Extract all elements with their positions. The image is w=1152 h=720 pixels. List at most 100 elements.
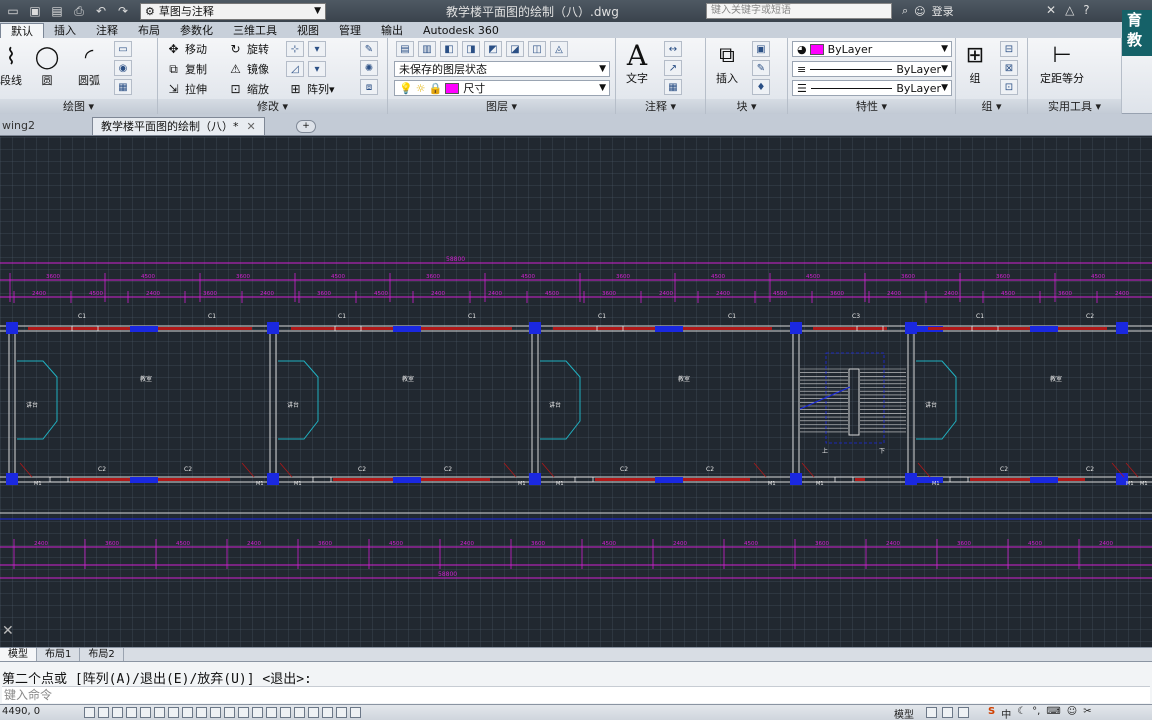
quick-properties-icon[interactable] <box>252 707 263 718</box>
layer-iso-icon[interactable]: ◧ <box>440 41 458 57</box>
3dosnap-icon[interactable] <box>168 707 179 718</box>
tab-parametric[interactable]: 参数化 <box>170 23 223 38</box>
tab-annotate[interactable]: 注释 <box>86 23 128 38</box>
ungroup-icon[interactable]: ⊟ <box>1000 41 1018 57</box>
search-input[interactable]: 键入关键字或短语 <box>706 3 892 19</box>
layer-lock-icon[interactable]: ◪ <box>506 41 524 57</box>
login-area[interactable]: ⌕ ☺ 登录 <box>902 3 954 19</box>
polyline-button[interactable]: ⌇ 段线 <box>0 42 28 88</box>
help-icon[interactable]: ? <box>1083 3 1089 17</box>
array-button[interactable]: ⊞ 阵列 ▾ <box>288 81 334 97</box>
group-button[interactable]: ⊞ 组 <box>958 40 992 86</box>
lineweight-toggle-icon[interactable] <box>224 707 235 718</box>
otrack-icon[interactable] <box>182 707 193 718</box>
layer-state-icon[interactable]: ▥ <box>418 41 436 57</box>
utilities-panel-title[interactable]: 实用工具 ▾ <box>1028 99 1121 114</box>
linetype-dropdown[interactable]: ≡ ByLayer ▼ <box>792 61 952 77</box>
quick-view-layouts-icon[interactable] <box>926 707 937 718</box>
hatch-icon[interactable]: ▦ <box>114 79 132 95</box>
drawing-canvas[interactable]: 58800 3600 4500 3600 4500 3600 4500 3600 4500 450… <box>0 137 1152 647</box>
infer-constraints-icon[interactable] <box>84 707 95 718</box>
units-icon[interactable] <box>308 707 319 718</box>
tab-layout[interactable]: 布局 <box>128 23 170 38</box>
a360-icon[interactable]: △ <box>1065 3 1074 17</box>
snap-icon[interactable] <box>98 707 109 718</box>
ime-mode-label[interactable]: 中 <box>1001 706 1011 720</box>
command-input[interactable]: 键入命令 <box>2 686 1150 703</box>
layer-off-icon[interactable]: ◨ <box>462 41 480 57</box>
measure-button[interactable]: ⊢ 定距等分 <box>1040 40 1084 86</box>
insert-button[interactable]: ⧉ 插入 <box>710 40 744 86</box>
tab-layout1[interactable]: 布局1 <box>37 648 81 661</box>
model-space-label[interactable]: 模型 <box>894 706 914 720</box>
tab-default[interactable]: 默认 <box>0 23 44 38</box>
rectangle-icon[interactable]: ▭ <box>114 41 132 57</box>
tools-icon[interactable]: ✂ <box>1083 706 1091 720</box>
osnap-icon[interactable] <box>154 707 165 718</box>
tab-manage[interactable]: 管理 <box>329 23 371 38</box>
doc-tab-drawing2[interactable]: wing2 <box>0 117 43 135</box>
current-layer-dropdown[interactable]: 💡 ☼ 🔒 尺寸 ▼ <box>394 80 610 96</box>
exchange-icon[interactable]: ✕ <box>1046 3 1056 17</box>
offset-icon[interactable]: ⧈ <box>360 79 378 95</box>
layers-panel-title[interactable]: 图层 ▾ <box>388 99 615 114</box>
groups-panel-title[interactable]: 组 ▾ <box>956 99 1027 114</box>
print-icon[interactable]: ⎙ <box>70 3 88 19</box>
text-button[interactable]: A 文字 <box>620 39 654 86</box>
modify-panel-title[interactable]: 修改 ▾ <box>158 99 387 114</box>
tablet-icon[interactable] <box>294 707 305 718</box>
mirror-button[interactable]: ⚠ 镜像 <box>228 61 269 77</box>
dyn-icon[interactable] <box>210 707 221 718</box>
group-select-icon[interactable]: ⊡ <box>1000 79 1018 95</box>
ellipse-icon[interactable]: ◉ <box>114 60 132 76</box>
erase-icon[interactable]: ✎ <box>360 41 378 57</box>
keyboard-icon[interactable]: ⌨ <box>1046 706 1060 720</box>
tab-autodesk-360[interactable]: Autodesk 360 <box>413 23 509 38</box>
rotate-button[interactable]: ↻ 旋转 <box>228 41 269 57</box>
moon-icon[interactable]: ☾ <box>1017 706 1026 720</box>
tab-insert[interactable]: 插入 <box>44 23 86 38</box>
doc-tab-current[interactable]: 教学楼平面图的绘制（八）* ✕ <box>92 117 265 135</box>
isolate-icon[interactable] <box>322 707 333 718</box>
user-icon[interactable]: ☺ <box>1067 706 1077 720</box>
tab-output[interactable]: 输出 <box>371 23 413 38</box>
explode-icon[interactable]: ✺ <box>360 60 378 76</box>
polar-icon[interactable] <box>140 707 151 718</box>
fillet-icon[interactable]: ◿ <box>286 61 304 77</box>
hardware-accel-icon[interactable] <box>336 707 347 718</box>
ime-s-icon[interactable]: S <box>988 706 995 720</box>
selection-cycling-icon[interactable] <box>266 707 277 718</box>
dimension-icon[interactable]: ↔ <box>664 41 682 57</box>
save-as-icon[interactable]: ▤ <box>48 3 66 19</box>
tab-layout2[interactable]: 布局2 <box>80 648 124 661</box>
grid-icon[interactable] <box>112 707 123 718</box>
login-label[interactable]: 登录 <box>932 3 954 19</box>
copy-button[interactable]: ⧉ 复制 <box>166 61 207 77</box>
tab-view[interactable]: 视图 <box>287 23 329 38</box>
move-button[interactable]: ✥ 移动 <box>166 41 207 57</box>
create-block-icon[interactable]: ▣ <box>752 41 770 57</box>
ducs-icon[interactable] <box>196 707 207 718</box>
layer-match-icon[interactable]: ◫ <box>528 41 546 57</box>
dropdown-icon-2[interactable]: ▾ <box>308 61 326 77</box>
trim-icon[interactable]: ⊹ <box>286 41 304 57</box>
punctuation-icon[interactable]: °, <box>1032 706 1040 720</box>
clean-screen-icon[interactable] <box>350 707 361 718</box>
layer-properties-icon[interactable]: ▤ <box>396 41 414 57</box>
open-icon[interactable]: ▭ <box>4 3 22 19</box>
stretch-button[interactable]: ⇲ 拉伸 <box>166 81 207 97</box>
color-dropdown[interactable]: ◕ ByLayer ▼ <box>792 41 952 57</box>
new-tab-button[interactable]: + <box>296 120 316 133</box>
undo-icon[interactable]: ↶ <box>92 3 110 19</box>
annotation-scale-icon[interactable] <box>958 707 969 718</box>
layer-freeze-icon[interactable]: ◩ <box>484 41 502 57</box>
annotation-panel-title[interactable]: 注释 ▾ <box>616 99 705 114</box>
dropdown-icon[interactable]: ▾ <box>308 41 326 57</box>
leader-icon[interactable]: ↗ <box>664 60 682 76</box>
block-attribute-icon[interactable]: ♦ <box>752 79 770 95</box>
properties-panel-title[interactable]: 特性 ▾ <box>788 99 955 114</box>
transparency-icon[interactable] <box>238 707 249 718</box>
lineweight-dropdown[interactable]: ☰ ByLayer ▼ <box>792 80 952 96</box>
layer-walk-icon[interactable]: ◬ <box>550 41 568 57</box>
floor-plan-drawing[interactable]: 58800 3600 4500 3600 4500 3600 4500 3600 4500 450… <box>0 137 1152 647</box>
